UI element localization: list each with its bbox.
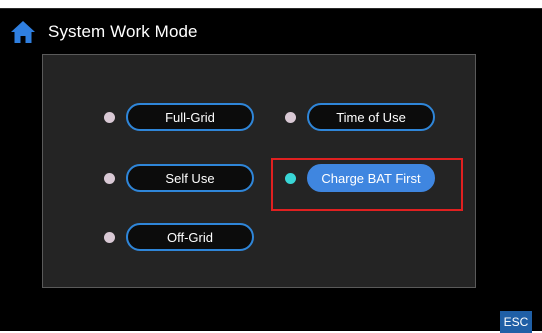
mode-button-time-of-use[interactable]: Time of Use xyxy=(307,103,435,131)
radio-dot[interactable] xyxy=(104,231,115,243)
radio-dot[interactable] xyxy=(285,111,296,123)
mode-button-charge-bat-first[interactable]: Charge BAT First xyxy=(307,164,435,192)
radio-dot[interactable] xyxy=(104,111,115,123)
page-title: System Work Mode xyxy=(48,22,198,41)
mode-button-self-use[interactable]: Self Use xyxy=(126,164,254,192)
mode-button-full-grid[interactable]: Full-Grid xyxy=(126,103,254,131)
mode-option-time-of-use[interactable]: Time of Use xyxy=(285,103,435,131)
header: System Work Mode xyxy=(10,19,198,45)
mode-option-full-grid[interactable]: Full-Grid xyxy=(104,103,254,131)
mode-option-charge-bat-first[interactable]: Charge BAT First xyxy=(285,164,435,192)
home-icon[interactable] xyxy=(10,20,36,44)
mode-button-off-grid[interactable]: Off-Grid xyxy=(126,223,254,251)
radio-dot[interactable] xyxy=(104,172,115,184)
screen: System Work Mode Full-Grid Self Use Off-… xyxy=(0,8,542,333)
mode-option-off-grid[interactable]: Off-Grid xyxy=(104,223,254,251)
radio-dot-selected[interactable] xyxy=(285,172,296,184)
mode-option-self-use[interactable]: Self Use xyxy=(104,164,254,192)
